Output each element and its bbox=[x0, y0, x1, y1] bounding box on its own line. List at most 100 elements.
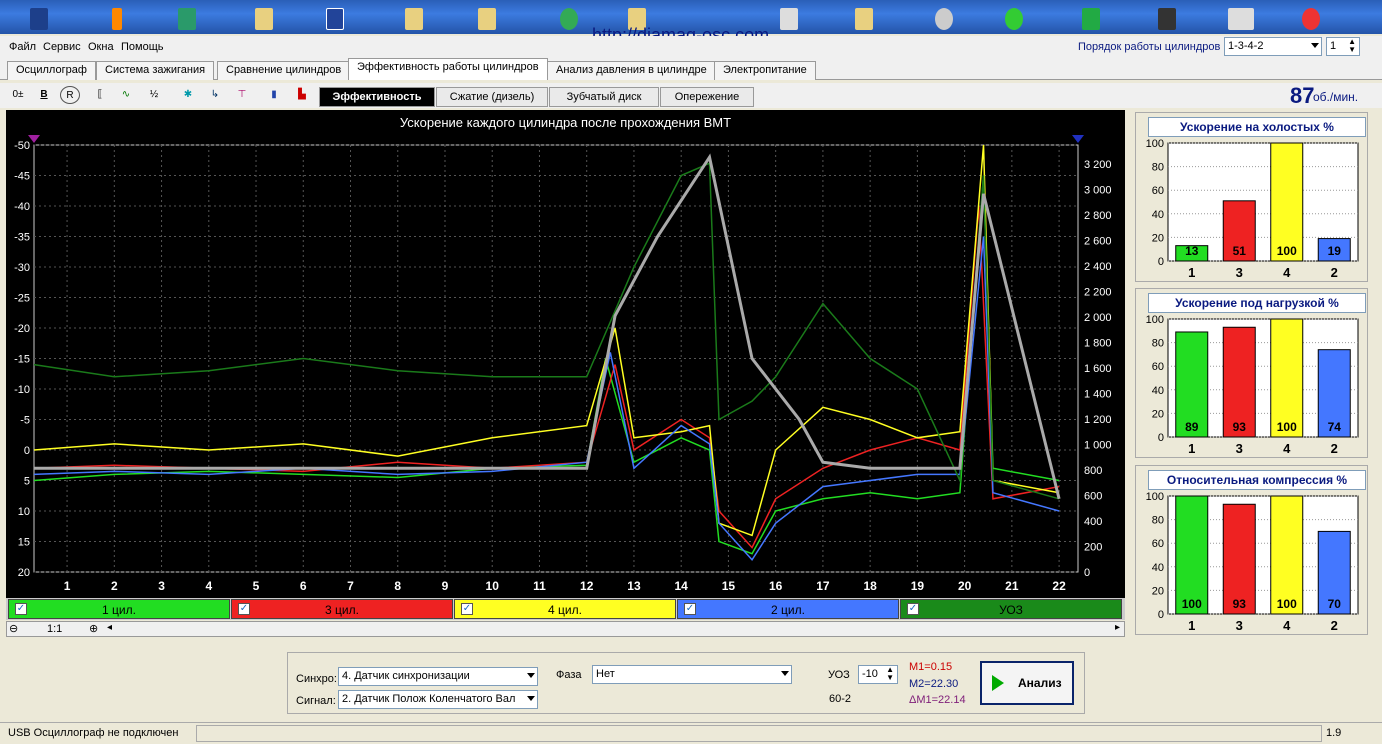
tab-compare[interactable]: Сравнение цилиндров bbox=[217, 61, 351, 80]
x-tick-label: 7 bbox=[347, 579, 354, 593]
elm-icon[interactable] bbox=[1228, 8, 1254, 30]
x-tick-label: 19 bbox=[911, 579, 925, 593]
sync-select[interactable]: 4. Датчик синхронизации bbox=[338, 667, 538, 686]
app-icon[interactable] bbox=[178, 8, 196, 30]
bars-icon[interactable]: ▮ bbox=[264, 86, 284, 104]
spin-icon[interactable]: ▲ ▼ bbox=[1348, 38, 1356, 54]
legend-uoz[interactable]: ✓ УОЗ bbox=[900, 599, 1122, 619]
compression-chart: 100 80 60 40 20 0 100 1 93 3 100 4 70 2 bbox=[1146, 491, 1359, 633]
app-icon[interactable] bbox=[1302, 8, 1320, 30]
scale-icon[interactable]: ⟦ bbox=[90, 86, 110, 104]
app-icon[interactable] bbox=[560, 8, 578, 30]
zoom-out-icon[interactable]: ⊖ bbox=[9, 622, 18, 635]
subtab-compression[interactable]: Сжатие (дизель) bbox=[436, 87, 548, 107]
menu-help[interactable]: Помощь bbox=[121, 41, 164, 53]
tab-oscilloscope[interactable]: Осциллограф bbox=[7, 61, 96, 80]
y-tick-label: -5 bbox=[20, 415, 30, 427]
y-tick-label: 60 bbox=[1152, 361, 1164, 373]
y-tick-label: 0 bbox=[24, 445, 30, 457]
app-icon[interactable] bbox=[935, 8, 953, 30]
y2-tick-label: 600 bbox=[1084, 491, 1102, 503]
folder-icon[interactable] bbox=[478, 8, 496, 30]
phase-select[interactable]: Нет bbox=[592, 665, 792, 684]
app-icon[interactable] bbox=[112, 8, 122, 30]
spin-icon[interactable]: ▲ ▼ bbox=[886, 666, 894, 682]
legend-cyl-3[interactable]: ✓ 3 цил. bbox=[231, 599, 453, 619]
x-tick-label: 3 bbox=[1236, 441, 1243, 456]
tab-ignition[interactable]: Система зажигания bbox=[96, 61, 215, 80]
menu-windows[interactable]: Окна bbox=[88, 41, 114, 53]
y-tick-label: 5 bbox=[24, 476, 30, 488]
x-tick-label: 1 bbox=[1188, 441, 1195, 456]
app-icon[interactable] bbox=[780, 8, 798, 30]
bar-value-label: 70 bbox=[1328, 597, 1342, 611]
x-tick-label: 12 bbox=[580, 579, 594, 593]
y2-tick-label: 2 200 bbox=[1084, 287, 1112, 299]
x-tick-label: 1 bbox=[64, 579, 71, 593]
x-tick-label: 1 bbox=[1188, 265, 1195, 280]
chevron-down-icon bbox=[527, 696, 535, 701]
y-tick-label: -30 bbox=[14, 262, 30, 274]
bar-value-label: 100 bbox=[1277, 597, 1297, 611]
folder-icon[interactable] bbox=[855, 8, 873, 30]
x-tick-label: 11 bbox=[533, 579, 546, 593]
chevron-down-icon bbox=[781, 671, 789, 676]
uoz-stepper[interactable]: -10 ▲ ▼ bbox=[858, 665, 898, 684]
x-tick-label: 14 bbox=[675, 579, 689, 593]
toolbar: 0± B R ⟦ ∿ ½ ✱ ↳ ⊤ ▮ ▙ Эффективность Сжа… bbox=[0, 83, 1382, 108]
tab-pressure[interactable]: Анализ давления в цилиндре bbox=[547, 61, 716, 80]
y2-tick-label: 800 bbox=[1084, 465, 1102, 477]
chart-icon[interactable]: ▙ bbox=[292, 86, 312, 104]
subtab-efficiency[interactable]: Эффективность bbox=[319, 87, 435, 107]
x-tick-label: 3 bbox=[1236, 265, 1243, 280]
app-icon[interactable] bbox=[326, 8, 344, 30]
bug-icon[interactable]: ✱ bbox=[178, 86, 198, 104]
scroll-right-icon[interactable]: ▸ bbox=[1115, 622, 1120, 633]
y-tick-label: 40 bbox=[1152, 562, 1164, 574]
bar-value-label: 93 bbox=[1233, 597, 1247, 611]
app-icon[interactable] bbox=[30, 8, 48, 30]
main-tabs: Осциллограф Система зажигания Сравнение … bbox=[0, 58, 1382, 80]
y-tick-label: 20 bbox=[1152, 232, 1164, 244]
wave-icon[interactable]: ∿ bbox=[116, 86, 136, 104]
x-tick-label: 10 bbox=[486, 579, 500, 593]
chip-icon[interactable] bbox=[1158, 8, 1176, 30]
folder-icon[interactable] bbox=[405, 8, 423, 30]
oscillogram-chart[interactable]: -50 -45 -40 -35 -30 -25 -20 -15 -10 -5 0 5 10 15 20 3 2… bbox=[6, 110, 1125, 598]
rpm-icon[interactable]: R bbox=[60, 86, 80, 104]
sort-icon[interactable]: ↳ bbox=[205, 86, 225, 104]
scroll-left-icon[interactable]: ◂ bbox=[107, 622, 112, 633]
algorithm-icon[interactable]: ½ bbox=[144, 86, 164, 104]
subtab-advance[interactable]: Опережение bbox=[660, 87, 754, 107]
legend-cyl-1[interactable]: ✓ 1 цил. bbox=[8, 599, 230, 619]
cylinder-order-select[interactable]: 1-3-4-2 bbox=[1224, 37, 1322, 56]
x-tick-label: 2 bbox=[1331, 441, 1338, 456]
bold-icon[interactable]: B bbox=[34, 86, 54, 104]
x-tick-label: 2 bbox=[111, 579, 118, 593]
subtab-gear-disk[interactable]: Зубчатый диск bbox=[549, 87, 659, 107]
menu-file[interactable]: Файл bbox=[9, 41, 36, 53]
filter-icon[interactable]: ⊤ bbox=[232, 86, 252, 104]
zoom-scroll-bar: ⊖ 1:1 ⊕ ◂ ▸ bbox=[6, 621, 1125, 637]
marker-triangle-icon bbox=[1072, 135, 1084, 143]
folder-icon[interactable] bbox=[255, 8, 273, 30]
sync-label: Синхро: bbox=[296, 673, 337, 685]
app-icon[interactable] bbox=[1082, 8, 1100, 30]
tab-efficiency[interactable]: Эффективность работы цилиндров bbox=[348, 58, 548, 80]
x-tick-label: 4 bbox=[1283, 618, 1291, 633]
signal-select[interactable]: 2. Датчик Полож Коленчатого Вал bbox=[338, 690, 538, 709]
y-tick-label: -20 bbox=[14, 323, 30, 335]
legend-cyl-4[interactable]: ✓ 4 цил. bbox=[454, 599, 676, 619]
bar-value-label: 74 bbox=[1328, 420, 1342, 434]
legend-cyl-2[interactable]: ✓ 2 цил. bbox=[677, 599, 899, 619]
menu-service[interactable]: Сервис bbox=[43, 41, 81, 53]
zero-icon[interactable]: 0± bbox=[8, 86, 28, 104]
y-tick-label: 60 bbox=[1152, 538, 1164, 550]
tab-power[interactable]: Электропитание bbox=[714, 61, 816, 80]
y2-tick-label: 2 600 bbox=[1084, 236, 1112, 248]
marker-delta: ΔM1=22.14 bbox=[909, 694, 966, 706]
zoom-in-icon[interactable]: ⊕ bbox=[89, 622, 98, 635]
cylinder-index-stepper[interactable]: 1 ▲ ▼ bbox=[1326, 37, 1360, 56]
app-icon[interactable] bbox=[1005, 8, 1023, 30]
analyze-button[interactable]: Анализ bbox=[980, 661, 1074, 705]
